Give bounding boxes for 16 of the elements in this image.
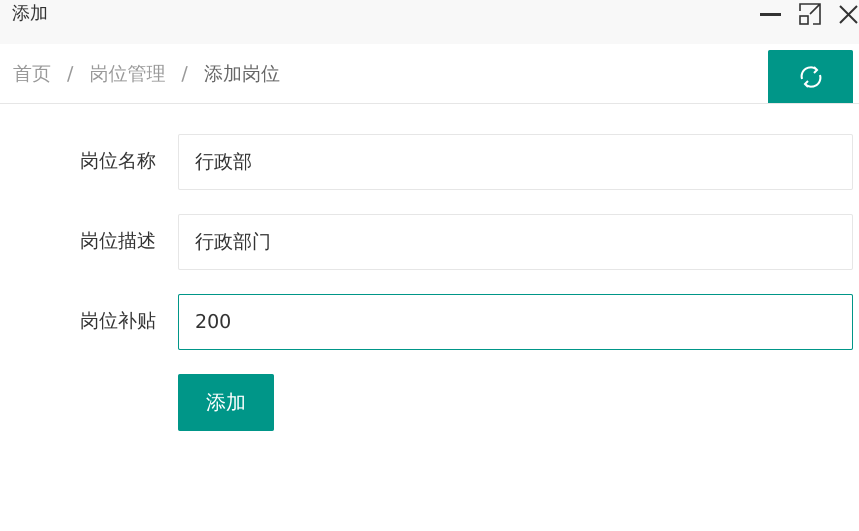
close-icon[interactable] bbox=[839, 4, 858, 24]
input-field[interactable]: 行政部门 bbox=[178, 214, 853, 270]
input-field[interactable]: 200 bbox=[178, 294, 853, 350]
add-button[interactable]: 添加 bbox=[178, 374, 274, 431]
refresh-icon bbox=[798, 64, 824, 90]
input-field[interactable]: 行政部 bbox=[178, 134, 853, 190]
maximize-icon[interactable] bbox=[799, 3, 821, 25]
refresh-button[interactable] bbox=[768, 50, 853, 103]
field-label: 岗位名称 bbox=[80, 149, 156, 174]
field-label: 岗位描述 bbox=[80, 229, 156, 254]
field-label: 岗位补贴 bbox=[80, 309, 156, 334]
breadcrumb-separator: / bbox=[181, 62, 188, 84]
breadcrumb-separator: / bbox=[67, 62, 74, 84]
window-title: 添加 bbox=[12, 2, 49, 25]
minimize-icon[interactable] bbox=[760, 12, 781, 16]
breadcrumb-current: 添加岗位 bbox=[204, 62, 280, 86]
